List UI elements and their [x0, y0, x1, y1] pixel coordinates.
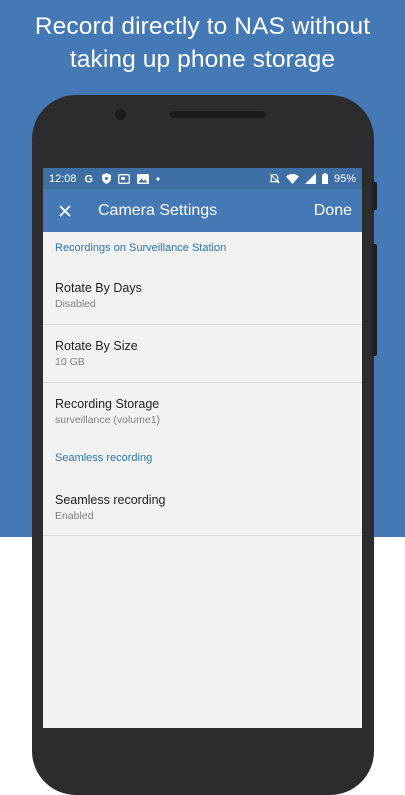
alarm-off-icon [269, 173, 280, 184]
signal-icon [304, 173, 316, 184]
close-icon[interactable] [55, 201, 75, 221]
earpiece-speaker [170, 111, 266, 118]
wifi-icon [285, 173, 299, 184]
app-bar: Camera Settings Done [43, 189, 362, 232]
svg-text:G: G [84, 174, 93, 184]
shield-icon [101, 173, 111, 184]
battery-icon [321, 173, 328, 184]
phone-screen: 12:08 G 95% Camera Settings Done Recordi… [43, 168, 362, 728]
setting-rotate-by-days[interactable]: Rotate By Days Disabled [43, 258, 362, 325]
image-icon [136, 173, 149, 184]
setting-value: Disabled [55, 298, 96, 310]
promo-headline: Record directly to NAS without taking up… [0, 10, 405, 76]
promo-headline-line-2: taking up phone storage [69, 46, 336, 73]
setting-value: surveillance (volume1) [55, 414, 161, 426]
setting-value: 10 GB [55, 356, 85, 368]
dot-icon [155, 176, 160, 181]
setting-title: Recording Storage [55, 397, 160, 411]
page-title: Camera Settings [98, 201, 218, 219]
setting-title: Seamless recording [55, 493, 166, 507]
setting-seamless-recording[interactable]: Seamless recording Enabled [43, 475, 362, 536]
cast-icon [117, 173, 130, 184]
setting-value: Enabled [55, 510, 94, 522]
setting-rotate-by-size[interactable]: Rotate By Size 10 GB [43, 325, 362, 383]
phone-side-button [372, 182, 377, 210]
setting-title: Rotate By Size [55, 339, 138, 353]
section-header-recordings: Recordings on Surveillance Station [55, 242, 227, 254]
front-camera [115, 109, 126, 120]
status-bar: 12:08 G 95% [43, 168, 362, 189]
done-button[interactable]: Done [312, 202, 354, 220]
google-icon: G [84, 173, 95, 184]
status-time: 12:08 [49, 172, 77, 185]
setting-recording-storage[interactable]: Recording Storage surveillance (volume1) [43, 383, 362, 441]
battery-percent: 95% [333, 172, 356, 185]
setting-title: Rotate By Days [55, 281, 142, 295]
promo-headline-line-1: Record directly to NAS without [34, 13, 371, 40]
section-header-seamless: Seamless recording [55, 452, 153, 464]
phone-volume-button [372, 244, 377, 356]
